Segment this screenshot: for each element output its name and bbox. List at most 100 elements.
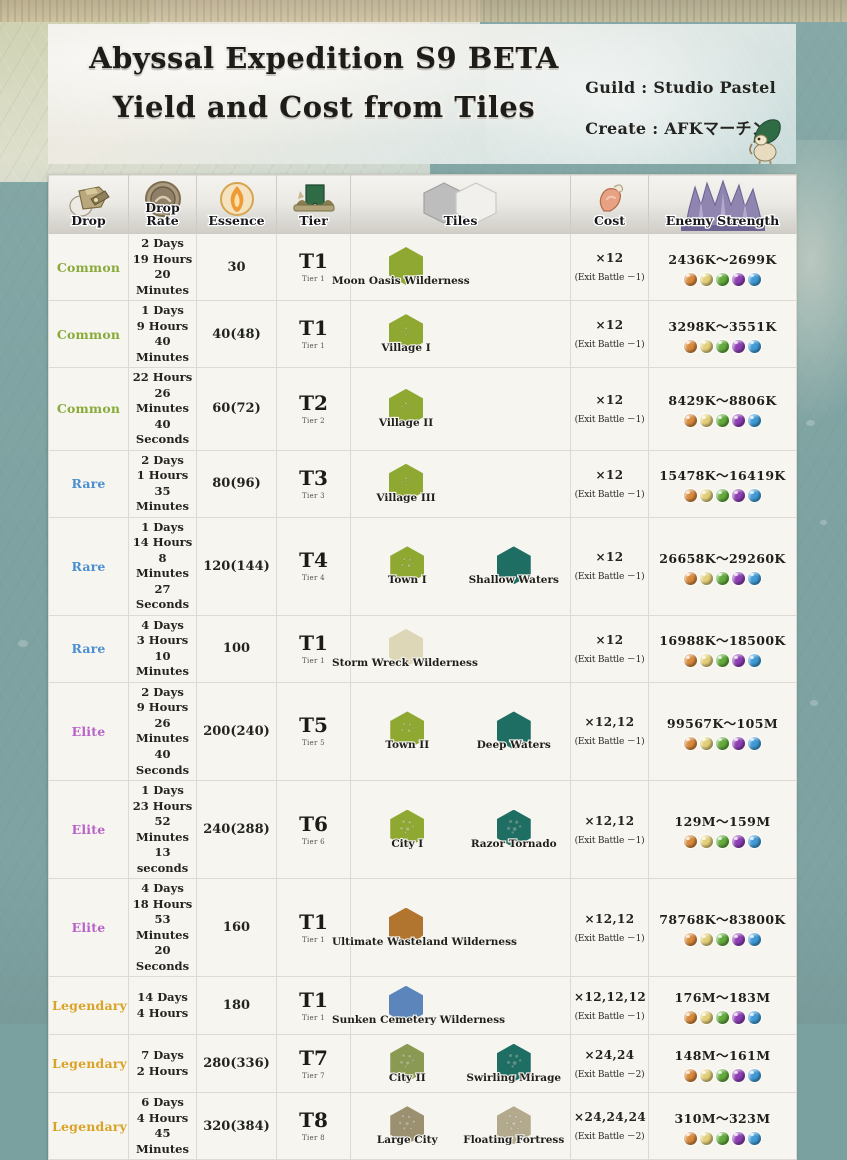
- element-orb-light-icon: [700, 339, 713, 353]
- title-line-2: Yield and Cost from Tiles: [111, 90, 537, 124]
- cell-drop-rate: 1 Days 14 Hours 8 Minutes 27 Seconds: [128, 516, 197, 616]
- element-orb-water-icon: [748, 835, 761, 849]
- cell-tier: T4 Tier 4: [276, 516, 351, 616]
- tile-entry[interactable]: City II: [354, 1043, 461, 1085]
- essence-value: 240(288): [203, 822, 270, 838]
- essence-value: 180: [222, 998, 251, 1014]
- tile-entry[interactable]: Town I: [354, 546, 461, 587]
- tile-entry[interactable]: Sunken Cemetery Wilderness: [331, 985, 506, 1027]
- cell-essence: 40(48): [196, 300, 277, 369]
- drop-rate-value: 22 Hours 26 Minutes 40 Seconds: [132, 370, 193, 447]
- column-header-enemy-strength-label: Enemy Strength: [664, 212, 780, 228]
- cell-tier: T1 Tier 1: [276, 878, 351, 978]
- cell-enemy-strength: 26658K〜29260K: [648, 516, 797, 616]
- column-header-drop: Drop: [48, 174, 129, 234]
- tile-entry[interactable]: Razor Tornado: [461, 809, 568, 851]
- table-row: Common 2 Days 19 Hours 20 Minutes 30 T1 Tier …: [48, 232, 797, 302]
- enemy-element-orbs: [652, 272, 793, 286]
- element-orb-water-icon: [748, 1011, 761, 1025]
- cell-tier: T1 Tier 1: [276, 614, 351, 683]
- enemy-element-orbs: [652, 1131, 793, 1145]
- cell-drop-rate: 22 Hours 26 Minutes 40 Seconds: [128, 367, 197, 451]
- tier-value: T4: [299, 548, 328, 573]
- enemy-strength-range: 15478K〜16419K: [659, 468, 786, 484]
- enemy-element-orbs: [652, 933, 793, 947]
- cell-drop-rate: 4 Days 18 Hours 53 Minutes 20 Seconds: [128, 878, 197, 978]
- element-orb-light-icon: [700, 736, 713, 750]
- element-orb-water-icon: [748, 339, 761, 353]
- table-header: Drop Drop Rate Essence Tier Tiles Cost E…: [48, 174, 797, 234]
- drop-rate-value: 2 Days 19 Hours 20 Minutes: [132, 236, 193, 297]
- tile-entry[interactable]: Swirling Mirage: [461, 1043, 568, 1085]
- enemy-strength-range: 148M〜161M: [674, 1048, 771, 1064]
- drop-rarity-label: Common: [56, 259, 121, 275]
- tier-value: T1: [299, 249, 328, 274]
- tile-name-label: Ultimate Wasteland Wilderness: [331, 935, 518, 949]
- element-orb-fire-icon: [684, 1011, 697, 1025]
- tile-name-label: Large City: [376, 1133, 439, 1147]
- table-row: Elite 2 Days 9 Hours 26 Minutes 40 Seconds 20…: [48, 681, 797, 782]
- element-orb-arcane-icon: [732, 489, 745, 503]
- tiles-group: Storm Wreck Wilderness: [331, 628, 567, 670]
- element-orb-nature-icon: [716, 272, 729, 286]
- tile-entry[interactable]: Deep Waters: [461, 711, 568, 753]
- tiles-group: Sunken Cemetery Wilderness: [331, 985, 567, 1027]
- element-orb-light-icon: [700, 1131, 713, 1145]
- enemy-strength-range: 26658K〜29260K: [659, 550, 786, 566]
- tile-entry[interactable]: Floating Fortress: [461, 1106, 568, 1147]
- cell-tier: T6 Tier 6: [276, 780, 351, 880]
- cell-essence: 320(384): [196, 1092, 277, 1160]
- cost-exit-battle-note: (Exit Battle －1): [574, 489, 645, 500]
- tile-entry[interactable]: Village II: [354, 388, 458, 430]
- cell-drop-rate: 2 Days 1 Hours 35 Minutes: [128, 449, 197, 518]
- enemy-element-orbs: [652, 654, 793, 668]
- tiles-group: Town II Deep Waters: [354, 711, 568, 753]
- drop-rate-value: 4 Days 18 Hours 53 Minutes 20 Seconds: [132, 881, 193, 973]
- column-header-tiles-label: Tiles: [442, 212, 478, 228]
- tiles-group: Village III: [354, 463, 567, 505]
- essence-value: 280(336): [203, 1056, 270, 1072]
- column-header-cost-label: Cost: [593, 212, 627, 228]
- tile-name-label: Shallow Waters: [467, 573, 560, 587]
- element-orb-fire-icon: [684, 1131, 697, 1145]
- cell-enemy-strength: 8429K〜8806K: [648, 367, 797, 451]
- element-orb-fire-icon: [684, 654, 697, 668]
- tile-entry[interactable]: Ultimate Wasteland Wilderness: [331, 907, 518, 949]
- tile-entry[interactable]: Village I: [354, 314, 458, 355]
- tile-entry[interactable]: Moon Oasis Wilderness: [331, 247, 471, 288]
- tile-name-label: Village III: [375, 491, 436, 505]
- yield-cost-table-container: Drop Drop Rate Essence Tier Tiles Cost E…: [48, 174, 797, 1160]
- tiles-group: City I Razor Tornado: [354, 809, 568, 851]
- element-orb-nature-icon: [716, 489, 729, 503]
- essence-value: 30: [227, 259, 246, 275]
- tile-entry[interactable]: Storm Wreck Wilderness: [331, 628, 479, 670]
- tile-entry[interactable]: City I: [354, 809, 461, 851]
- cell-cost: ×12,12 (Exit Battle －1): [570, 780, 649, 880]
- enemy-strength-range: 78768K〜83800K: [659, 912, 786, 928]
- drop-rate-value: 2 Days 9 Hours 26 Minutes 40 Seconds: [135, 684, 190, 777]
- title-line-1: Abyssal Expedition S9 BETA: [87, 41, 561, 75]
- cell-drop-rate: 1 Days 23 Hours 52 Minutes 13 seconds: [128, 780, 197, 880]
- tile-entry[interactable]: Shallow Waters: [461, 546, 568, 587]
- drop-rate-value: 14 Days 4 Hours: [136, 990, 189, 1020]
- tiles-group: City II Swirling Mirage: [354, 1043, 568, 1085]
- essence-value: 40(48): [212, 326, 261, 342]
- cell-essence: 80(96): [196, 449, 277, 518]
- cell-drop-rate: 6 Days 4 Hours 45 Minutes: [128, 1092, 197, 1160]
- cell-drop: Legendary: [48, 1092, 129, 1160]
- tile-entry[interactable]: Large City: [354, 1106, 461, 1147]
- cell-drop: Legendary: [48, 1034, 129, 1094]
- drop-rate-value: 1 Days 14 Hours 8 Minutes 27 Seconds: [132, 519, 193, 612]
- drop-rate-value: 7 Days 2 Hours: [136, 1048, 189, 1078]
- tier-value: T7: [299, 1045, 328, 1070]
- tile-entry[interactable]: Village III: [354, 463, 458, 505]
- drop-rarity-label: Elite: [71, 723, 106, 739]
- tile-entry[interactable]: Town II: [354, 711, 461, 753]
- drop-rate-value: 2 Days 1 Hours 35 Minutes: [136, 452, 189, 514]
- element-orb-arcane-icon: [732, 339, 745, 353]
- element-orb-nature-icon: [716, 414, 729, 428]
- tier-sublabel: Tier 6: [302, 837, 325, 846]
- element-orb-light-icon: [700, 489, 713, 503]
- cell-drop: Legendary: [48, 976, 129, 1036]
- cell-cost: ×12 (Exit Battle －1): [570, 232, 649, 302]
